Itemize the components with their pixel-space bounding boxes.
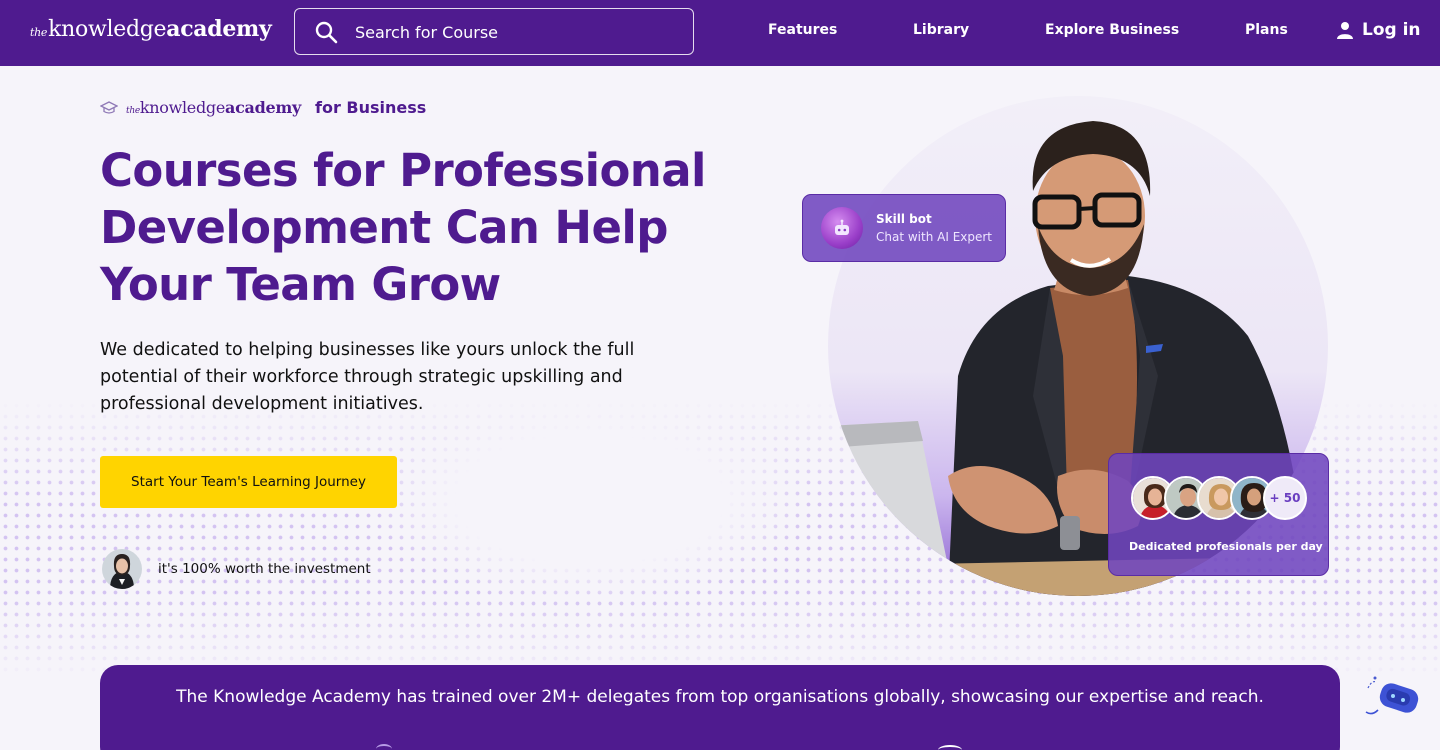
robot-icon xyxy=(821,207,863,249)
description-line: We dedicated to helping businesses like … xyxy=(100,340,635,360)
skill-bot-title: Skill bot xyxy=(876,212,932,226)
dotted-wave-fade xyxy=(380,400,800,600)
description-line: potential of their workforce through str… xyxy=(100,367,623,387)
chatbot-icon xyxy=(1365,676,1419,715)
headline-line: Your Team Grow xyxy=(100,258,501,311)
user-icon xyxy=(1337,22,1353,39)
testimonial: it's 100% worth the investment xyxy=(102,549,371,589)
chatbot-launcher[interactable] xyxy=(1362,672,1422,720)
stats-banner-text: The Knowledge Academy has trained over 2… xyxy=(176,687,1264,707)
logo-bold: academy xyxy=(166,16,272,42)
partner-logo-partial xyxy=(376,744,392,750)
nav-link-library[interactable]: Library xyxy=(913,22,969,38)
partner-logo-partial xyxy=(938,745,962,750)
description-line: professional development initiatives. xyxy=(100,394,424,414)
sub-brand-prefix: the xyxy=(126,106,140,116)
search-input[interactable] xyxy=(355,19,675,45)
professionals-card: + 50 Dedicated profesionals per day xyxy=(1108,453,1329,576)
start-learning-journey-button[interactable]: Start Your Team's Learning Journey xyxy=(100,456,397,508)
skill-bot-text: Skill bot Chat with AI Expert xyxy=(876,212,992,244)
nav-link-features[interactable]: Features xyxy=(768,22,837,38)
headline-line: Development Can Help xyxy=(100,201,668,254)
search-icon[interactable] xyxy=(314,20,338,44)
sub-brand-regular: knowledge xyxy=(139,98,226,117)
nav-link-plans[interactable]: Plans xyxy=(1245,22,1288,38)
sub-brand-bold: academy xyxy=(225,98,301,117)
nav-link-explore-business[interactable]: Explore Business xyxy=(1045,22,1179,38)
login-button[interactable]: Log in xyxy=(1336,20,1421,40)
login-label: Log in xyxy=(1362,20,1421,40)
search-bar[interactable] xyxy=(294,8,694,55)
hero-headline: Courses for Professional Development Can… xyxy=(100,142,740,313)
graduation-cap-icon xyxy=(100,100,118,114)
sub-brand-logo: theknowledgeacademy xyxy=(126,98,301,117)
testimonial-text: it's 100% worth the investment xyxy=(158,561,371,577)
for-business-label: for Business xyxy=(315,98,427,117)
headline-line: Courses for Professional xyxy=(100,144,706,197)
hero-description: We dedicated to helping businesses like … xyxy=(100,337,670,418)
sub-brand: theknowledgeacademy for Business xyxy=(100,98,426,117)
testimonial-avatar xyxy=(102,549,142,589)
stats-banner: The Knowledge Academy has trained over 2… xyxy=(100,665,1340,750)
more-professionals-badge: + 50 xyxy=(1263,476,1307,520)
logo-prefix: the xyxy=(30,26,48,39)
logo-regular: knowledge xyxy=(48,17,167,42)
professionals-caption: Dedicated profesionals per day xyxy=(1129,540,1323,553)
skill-bot-card[interactable]: Skill bot Chat with AI Expert xyxy=(802,194,1006,262)
skill-bot-subtitle: Chat with AI Expert xyxy=(876,230,993,244)
top-nav: theknowledgeacademy Features Library Exp… xyxy=(0,0,1440,66)
site-logo[interactable]: theknowledgeacademy xyxy=(30,16,272,42)
